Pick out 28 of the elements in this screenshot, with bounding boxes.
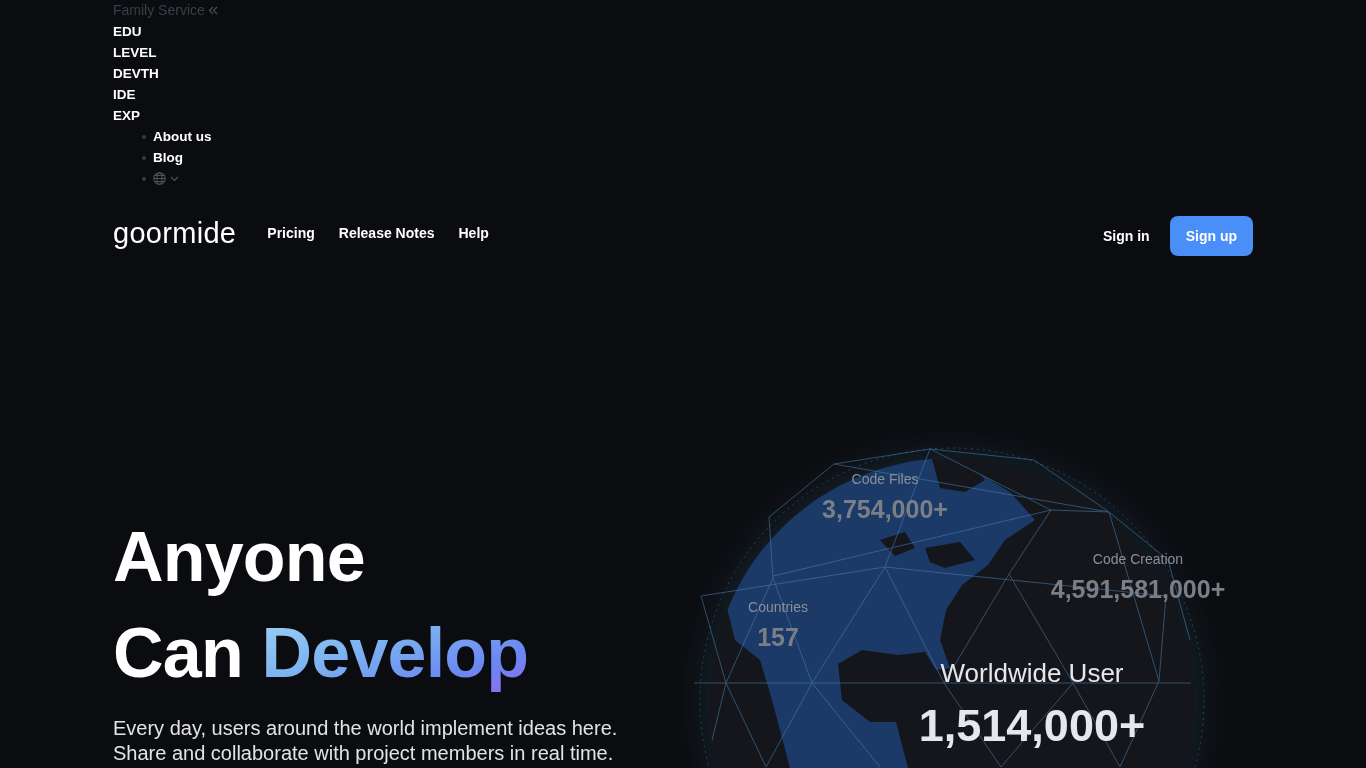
- language-selector[interactable]: [153, 172, 179, 185]
- family-service-link[interactable]: IDE: [113, 84, 136, 105]
- globe-icon: [153, 172, 166, 185]
- stat-label: Code Files: [851, 470, 919, 488]
- family-service-link[interactable]: EXP: [113, 105, 140, 126]
- hero-title: Anyone Can Develop: [113, 517, 529, 694]
- menu-link[interactable]: About us: [153, 126, 212, 147]
- stat-value: 157: [757, 622, 799, 652]
- bullet-icon: [142, 134, 146, 139]
- sign-in-link[interactable]: Sign in: [1103, 228, 1150, 244]
- nav-link[interactable]: Release Notes: [338, 225, 435, 241]
- family-service-link[interactable]: EDU: [113, 21, 142, 42]
- stat-value: 3,754,000+: [822, 494, 948, 524]
- stat-label: Worldwide User: [940, 657, 1124, 689]
- bullet-icon: [142, 176, 146, 181]
- nav-link[interactable]: Help: [458, 225, 489, 241]
- double-chevron-icon: [207, 6, 218, 15]
- family-service-link[interactable]: DEVTH: [113, 63, 159, 84]
- hero-description: Every day, users around the world implement ideas here. Share and collaborate with project members in real time.: [113, 716, 619, 766]
- nav-link[interactable]: Pricing: [267, 225, 315, 241]
- stat-label: Code Creation: [1092, 550, 1184, 568]
- stat-value: 1,514,000+: [918, 700, 1146, 752]
- menu-link[interactable]: Blog: [153, 147, 183, 168]
- bullet-icon: [142, 155, 146, 160]
- logo-wordmark[interactable]: goormide: [113, 216, 237, 250]
- family-service-link[interactable]: LEVEL: [113, 42, 157, 63]
- stat-label: Countries: [748, 598, 808, 616]
- caret-icon: [170, 175, 179, 182]
